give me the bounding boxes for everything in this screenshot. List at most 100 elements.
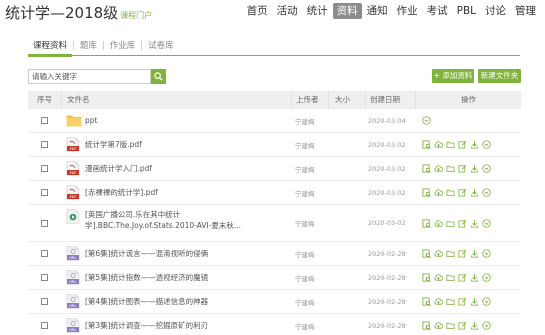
tab-2[interactable]: 作业库 — [105, 39, 141, 55]
row-select[interactable] — [28, 242, 61, 265]
file-name-link[interactable]: [第3集]统计调查——挖掘原矿的利刃 — [85, 320, 208, 331]
new-folder-button[interactable]: 新建文件夹 — [478, 69, 521, 83]
row-select[interactable] — [28, 266, 61, 289]
file-cell[interactable]: PDF 漫画统计学入门.pdf — [61, 157, 291, 180]
more-dropdown-icon[interactable] — [482, 164, 491, 173]
edit-icon[interactable] — [458, 249, 467, 258]
preview-icon[interactable] — [422, 140, 431, 149]
preview-icon[interactable] — [422, 297, 431, 306]
cloud-upload-icon[interactable] — [434, 188, 443, 197]
file-name-link[interactable]: [第4集]统计图表——描述信息的神器 — [85, 296, 208, 307]
file-cell[interactable]: URL [第5集]统计指数——透视经济的魔镜 — [61, 266, 291, 289]
download-icon[interactable] — [470, 273, 479, 282]
move-folder-icon[interactable] — [446, 164, 455, 173]
edit-icon[interactable] — [458, 188, 467, 197]
move-folder-icon[interactable] — [446, 273, 455, 282]
file-name-link[interactable]: [赤裸裸的统计学].pdf — [85, 187, 158, 198]
file-name-link[interactable]: [第6集]统计谎言——混淆视听的侵俩 — [85, 248, 208, 259]
row-select[interactable] — [28, 181, 61, 204]
row-select[interactable] — [28, 290, 61, 313]
nav-item-7[interactable]: PBL — [453, 3, 480, 19]
cloud-upload-icon[interactable] — [434, 273, 443, 282]
header-uploader[interactable]: 上传者 — [291, 91, 328, 109]
table-row[interactable]: URL [第3集]统计调查——挖掘原矿的利刃 宁建梅 2020-02-28 — [28, 314, 521, 335]
cloud-upload-icon[interactable] — [434, 140, 443, 149]
header-size[interactable]: 大小 — [328, 91, 365, 109]
table-row[interactable]: PDF 漫画统计学入门.pdf 宁建梅 2020-03-02 — [28, 157, 521, 181]
tab-3[interactable]: 试卷库 — [143, 39, 179, 55]
download-icon[interactable] — [470, 164, 479, 173]
row-checkbox[interactable] — [41, 322, 48, 329]
row-checkbox[interactable] — [41, 189, 48, 196]
download-icon[interactable] — [470, 188, 479, 197]
row-checkbox[interactable] — [41, 274, 48, 281]
nav-item-2[interactable]: 统计 — [303, 3, 332, 19]
move-folder-icon[interactable] — [446, 219, 455, 228]
cloud-upload-icon[interactable] — [434, 219, 443, 228]
row-select[interactable] — [28, 109, 61, 132]
preview-icon[interactable] — [422, 218, 431, 228]
more-dropdown-icon[interactable] — [482, 140, 491, 149]
cloud-upload-icon[interactable] — [434, 164, 443, 173]
file-cell[interactable]: ppt — [61, 109, 291, 132]
edit-icon[interactable] — [458, 219, 467, 228]
move-folder-icon[interactable] — [446, 249, 455, 258]
nav-item-8[interactable]: 讨论 — [481, 3, 510, 19]
header-date[interactable]: 创建日期 — [365, 91, 415, 109]
table-row[interactable]: URL [第4集]统计图表——描述信息的神器 宁建梅 2020-02-28 — [28, 290, 521, 314]
table-row[interactable]: URL [第5集]统计指数——透视经济的魔镜 宁建梅 2020-02-28 — [28, 266, 521, 290]
move-folder-icon[interactable] — [446, 297, 455, 306]
download-icon[interactable] — [470, 219, 479, 228]
file-name-link[interactable]: [英国广播公司.乐在其中统计学].BBC.The.Joy.of.Stats.20… — [85, 209, 285, 231]
search-input[interactable]: 请输入关键字 — [28, 69, 151, 84]
edit-icon[interactable] — [458, 297, 467, 306]
more-dropdown-icon[interactable] — [482, 297, 491, 306]
table-row[interactable]: PDF 统计学第7版.pdf 宁建梅 2020-03-02 — [28, 133, 521, 157]
move-folder-icon[interactable] — [446, 140, 455, 149]
table-row[interactable]: [英国广播公司.乐在其中统计学].BBC.The.Joy.of.Stats.20… — [28, 205, 521, 242]
nav-item-0[interactable]: 首页 — [243, 3, 272, 19]
row-select[interactable] — [28, 205, 61, 241]
table-row[interactable]: PDF [赤裸裸的统计学].pdf 宁建梅 2020-03-02 — [28, 181, 521, 205]
more-dropdown-icon[interactable] — [422, 116, 431, 125]
preview-icon[interactable] — [422, 188, 431, 197]
download-icon[interactable] — [470, 297, 479, 306]
cloud-upload-icon[interactable] — [434, 321, 443, 330]
move-folder-icon[interactable] — [446, 188, 455, 197]
file-name-link[interactable]: ppt — [85, 115, 97, 126]
file-cell[interactable]: URL [第3集]统计调查——挖掘原矿的利刃 — [61, 314, 291, 335]
more-dropdown-icon[interactable] — [482, 273, 491, 282]
more-dropdown-icon[interactable] — [482, 321, 491, 330]
file-cell[interactable]: [英国广播公司.乐在其中统计学].BBC.The.Joy.of.Stats.20… — [61, 205, 291, 241]
download-icon[interactable] — [470, 321, 479, 330]
table-row[interactable]: URL [第6集]统计谎言——混淆视听的侵俩 宁建梅 2020-02-28 — [28, 242, 521, 266]
row-checkbox[interactable] — [41, 298, 48, 305]
cloud-upload-icon[interactable] — [434, 297, 443, 306]
row-checkbox[interactable] — [41, 141, 48, 148]
edit-icon[interactable] — [458, 321, 467, 330]
preview-icon[interactable] — [422, 321, 431, 330]
nav-item-4[interactable]: 通知 — [363, 3, 392, 19]
edit-icon[interactable] — [458, 164, 467, 173]
move-folder-icon[interactable] — [446, 321, 455, 330]
nav-item-6[interactable]: 考试 — [423, 3, 452, 19]
file-cell[interactable]: URL [第4集]统计图表——描述信息的神器 — [61, 290, 291, 313]
nav-item-9[interactable]: 管理 — [511, 3, 540, 19]
preview-icon[interactable] — [422, 249, 431, 258]
edit-icon[interactable] — [458, 273, 467, 282]
tab-1[interactable]: 题库 — [75, 39, 102, 55]
file-name-link[interactable]: [第5集]统计指数——透视经济的魔镜 — [85, 272, 208, 283]
nav-item-1[interactable]: 活动 — [273, 3, 302, 19]
download-icon[interactable] — [470, 249, 479, 258]
row-checkbox[interactable] — [41, 165, 48, 172]
more-dropdown-icon[interactable] — [482, 218, 491, 228]
file-name-link[interactable]: 统计学第7版.pdf — [85, 139, 142, 150]
preview-icon[interactable] — [422, 164, 431, 173]
more-dropdown-icon[interactable] — [482, 249, 491, 258]
search-button[interactable] — [151, 69, 166, 84]
download-icon[interactable] — [470, 140, 479, 149]
file-name-link[interactable]: 漫画统计学入门.pdf — [85, 163, 152, 174]
nav-item-3[interactable]: 资料 — [332, 3, 362, 19]
file-cell[interactable]: URL [第6集]统计谎言——混淆视听的侵俩 — [61, 242, 291, 265]
file-cell[interactable]: PDF 统计学第7版.pdf — [61, 133, 291, 156]
